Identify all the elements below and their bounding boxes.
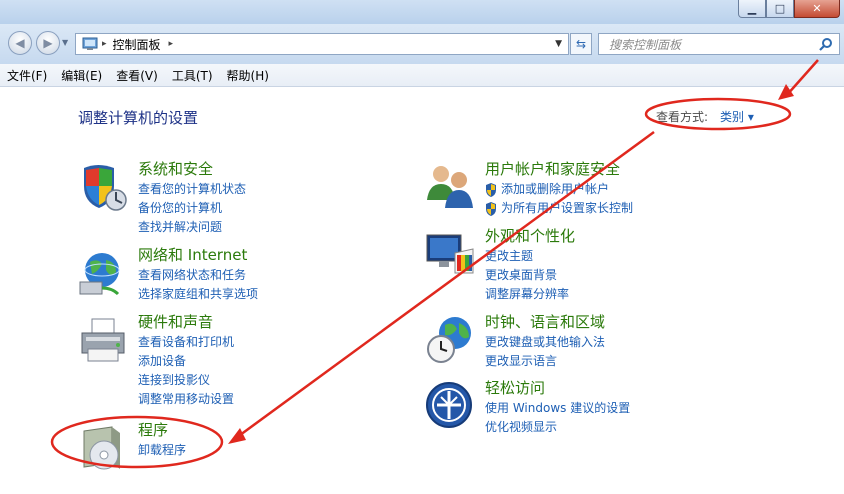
programs-disc-icon	[83, 426, 120, 470]
control-panel-icon	[82, 37, 98, 50]
maximize-button[interactable]: □	[766, 0, 794, 18]
control-panel-content: 调整计算机的设置 查看方式: 类别 ▾ 系统和安全 查看您的计算机状态 备份您的…	[0, 87, 844, 494]
link-view-network-status[interactable]: 查看网络状态和任务	[138, 266, 258, 285]
link-backup-computer[interactable]: 备份您的计算机	[138, 199, 246, 218]
address-dropdown-icon[interactable]: ▼	[555, 39, 562, 49]
ease-of-access-icon	[426, 382, 472, 428]
category-links: 卸载程序	[138, 441, 186, 460]
link-find-fix-problems[interactable]: 查找并解决问题	[138, 218, 246, 237]
forward-button[interactable]: ▶	[36, 31, 60, 55]
category-title[interactable]: 轻松访问	[485, 377, 545, 398]
recent-pages-dropdown-icon[interactable]: ▼	[62, 38, 68, 47]
monitor-palette-icon	[426, 234, 474, 274]
menu-bar: 文件(F) 编辑(E) 查看(V) 工具(T) 帮助(H)	[0, 64, 844, 87]
page-title: 调整计算机的设置	[78, 109, 199, 127]
link-keyboard-input[interactable]: 更改键盘或其他输入法	[485, 333, 605, 352]
view-by-label: 查看方式:	[656, 110, 709, 124]
menu-file[interactable]: 文件(F)	[0, 67, 54, 84]
category-links: 添加或删除用户帐户 为所有用户设置家长控制	[485, 180, 633, 218]
link-screen-resolution[interactable]: 调整屏幕分辨率	[485, 285, 569, 304]
link-optimize-display[interactable]: 优化视频显示	[485, 418, 630, 437]
address-chevron-icon[interactable]: ▸	[102, 39, 107, 49]
category-links: 查看您的计算机状态 备份您的计算机 查找并解决问题	[138, 180, 246, 237]
category-links: 查看设备和打印机 添加设备 连接到投影仪 调整常用移动设置	[138, 333, 234, 409]
link-add-device[interactable]: 添加设备	[138, 352, 234, 371]
window-controls: ▁ □ ✕	[738, 0, 840, 18]
link-connect-projector[interactable]: 连接到投影仪	[138, 371, 234, 390]
menu-help[interactable]: 帮助(H)	[220, 67, 276, 84]
address-bar[interactable]: ▸ 控制面板 ▸ ▼	[75, 33, 569, 55]
category-links: 更改主题 更改桌面背景 调整屏幕分辨率	[485, 247, 569, 304]
category-title[interactable]: 时钟、语言和区域	[485, 311, 605, 332]
link-devices-printers[interactable]: 查看设备和打印机	[138, 333, 234, 352]
breadcrumb-chevron-icon[interactable]: ▸	[169, 39, 174, 49]
category-title[interactable]: 网络和 Internet	[138, 244, 247, 265]
uac-shield-icon	[486, 201, 496, 216]
category-links: 查看网络状态和任务 选择家庭组和共享选项	[138, 266, 258, 304]
search-input[interactable]: 搜索控制面板	[609, 36, 681, 53]
clock-globe-icon	[427, 317, 471, 363]
minimize-button[interactable]: ▁	[738, 0, 766, 18]
users-icon	[427, 166, 473, 208]
link-desktop-background[interactable]: 更改桌面背景	[485, 266, 569, 285]
view-by-dropdown[interactable]: 类别 ▾	[720, 108, 754, 125]
shield-icon	[84, 165, 127, 211]
refresh-button[interactable]: ⇆	[570, 33, 592, 55]
menu-view[interactable]: 查看(V)	[109, 67, 165, 84]
category-title[interactable]: 硬件和声音	[138, 311, 213, 332]
uac-shield-icon	[486, 182, 496, 197]
globe-network-icon	[79, 253, 120, 296]
menu-edit[interactable]: 编辑(E)	[54, 67, 109, 84]
search-icon[interactable]	[819, 37, 833, 51]
category-title[interactable]: 用户帐户和家庭安全	[485, 158, 620, 179]
breadcrumb-control-panel[interactable]: 控制面板	[113, 36, 161, 53]
link-add-remove-accounts[interactable]: 添加或删除用户帐户	[485, 180, 633, 199]
category-title[interactable]: 程序	[138, 419, 168, 440]
back-button[interactable]: ◀	[8, 31, 32, 55]
navigation-bar: ◀ ▶ ▼ ▸ 控制面板 ▸ ▼ ⇆ 搜索控制面板	[0, 24, 844, 64]
category-links: 更改键盘或其他输入法 更改显示语言	[485, 333, 605, 371]
title-bar: ▁ □ ✕	[0, 0, 844, 24]
close-button[interactable]: ✕	[794, 0, 840, 18]
link-view-computer-status[interactable]: 查看您的计算机状态	[138, 180, 246, 199]
search-box[interactable]: 搜索控制面板	[598, 33, 840, 55]
refresh-icon: ⇆	[575, 37, 587, 51]
menu-tools[interactable]: 工具(T)	[165, 67, 220, 84]
printer-icon	[81, 318, 125, 362]
link-display-language[interactable]: 更改显示语言	[485, 352, 605, 371]
link-windows-suggested-settings[interactable]: 使用 Windows 建议的设置	[485, 399, 630, 418]
category-title[interactable]: 外观和个性化	[485, 225, 575, 246]
link-uninstall-program[interactable]: 卸载程序	[138, 441, 186, 460]
category-title[interactable]: 系统和安全	[138, 158, 213, 179]
link-mobility-settings[interactable]: 调整常用移动设置	[138, 390, 234, 409]
link-change-theme[interactable]: 更改主题	[485, 247, 569, 266]
category-links: 使用 Windows 建议的设置 优化视频显示	[485, 399, 630, 437]
link-parental-controls[interactable]: 为所有用户设置家长控制	[485, 199, 633, 218]
link-homegroup-sharing[interactable]: 选择家庭组和共享选项	[138, 285, 258, 304]
